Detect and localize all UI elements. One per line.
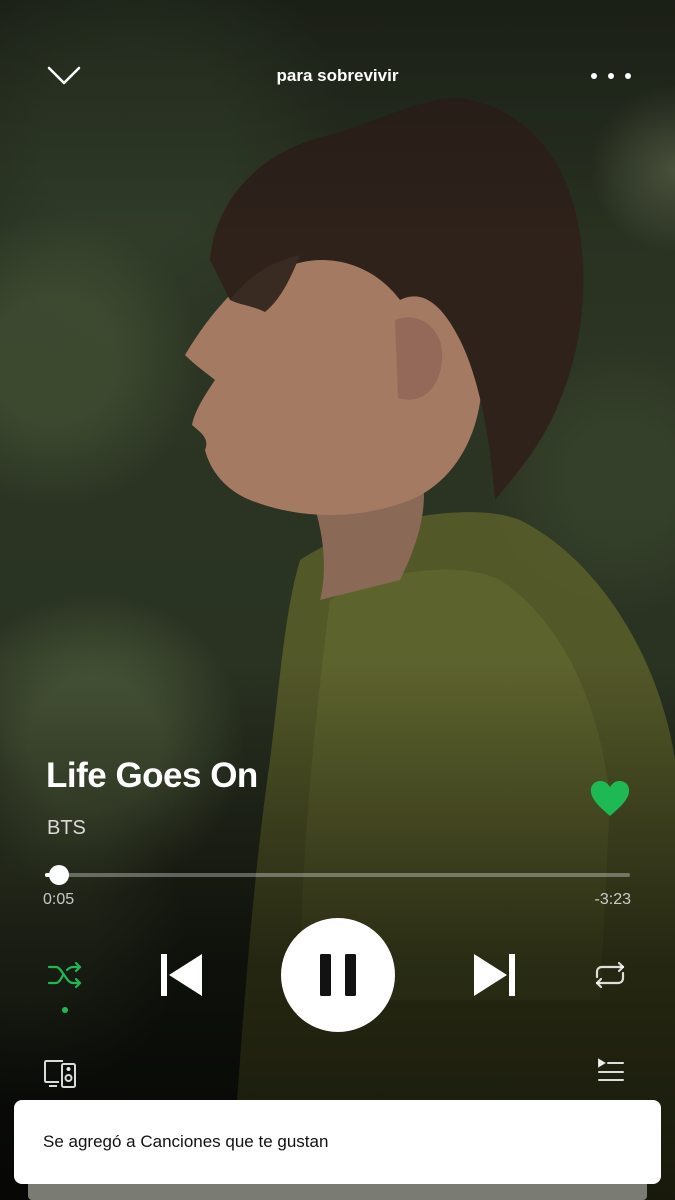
shuffle-button[interactable] — [46, 958, 84, 992]
track-title: Life Goes On — [46, 756, 258, 795]
repeat-icon — [595, 961, 625, 989]
queue-icon — [598, 1058, 624, 1081]
pause-button[interactable] — [281, 918, 395, 1032]
connect-devices-button[interactable] — [43, 1058, 79, 1090]
progress-handle[interactable] — [49, 865, 70, 885]
shuffle-active-indicator — [62, 1007, 68, 1013]
elapsed-time: 0:05 — [43, 891, 75, 908]
repeat-button[interactable] — [591, 958, 629, 992]
next-track-button[interactable] — [470, 952, 518, 998]
player-header: para sobrevivir — [0, 50, 675, 100]
toast-message: Se agregó a Canciones que te gustan — [43, 1132, 329, 1151]
shuffle-icon — [47, 961, 82, 989]
like-button[interactable] — [588, 778, 632, 820]
remaining-time: -3:23 — [594, 891, 631, 908]
track-artist[interactable]: BTS — [47, 817, 86, 840]
progress-bar[interactable] — [45, 865, 630, 885]
previous-track-button[interactable] — [158, 952, 206, 998]
notification-toast[interactable]: Se agregó a Canciones que te gustan — [14, 1100, 661, 1184]
more-options-button[interactable] — [591, 64, 631, 88]
skip-next-icon — [474, 954, 515, 996]
skip-previous-icon — [161, 954, 202, 996]
devices-icon — [44, 1060, 76, 1088]
more-dots-icon — [591, 73, 597, 79]
progress-track — [45, 873, 630, 877]
queue-button[interactable] — [596, 1058, 626, 1088]
heart-icon — [590, 781, 630, 816]
playlist-title: para sobrevivir — [276, 66, 399, 85]
pause-icon — [320, 954, 356, 996]
